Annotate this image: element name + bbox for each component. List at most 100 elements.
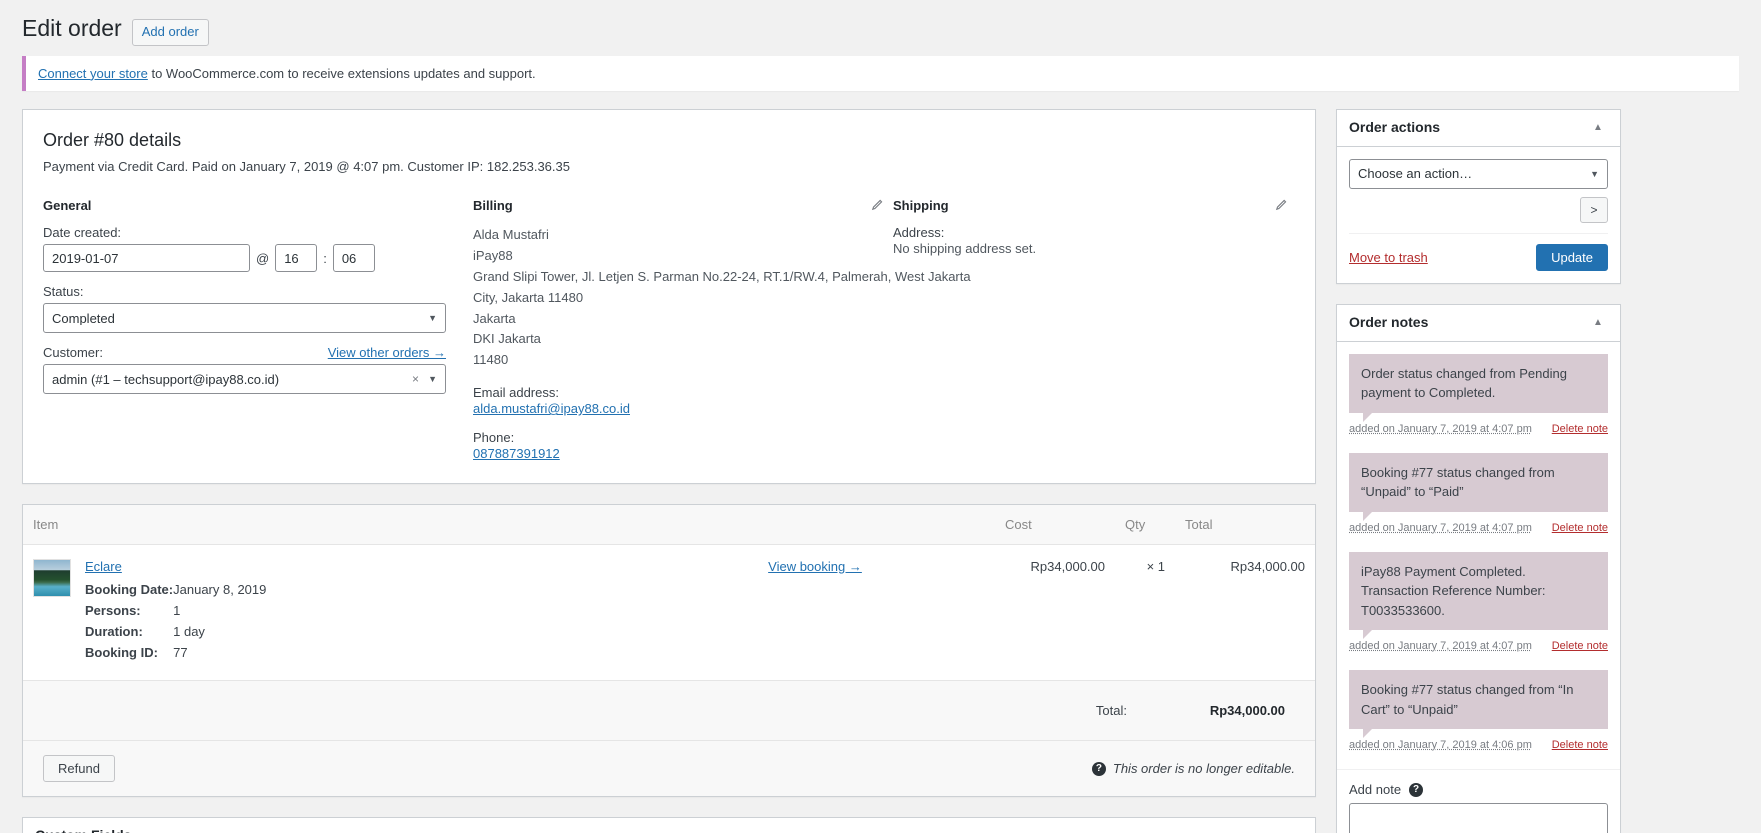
note-added-timestamp: added on January 7, 2019 at 4:06 pm (1349, 739, 1532, 752)
note-bubble: iPay88 Payment Completed. Transaction Re… (1349, 551, 1608, 639)
item-qty: × 1 (1115, 544, 1175, 682)
delete-note-link[interactable]: Delete note (1552, 739, 1608, 751)
column-header-cost: Cost (995, 505, 1115, 546)
product-thumbnail-icon (33, 559, 71, 598)
note-bubble: Booking #77 status changed from “In Cart… (1349, 670, 1608, 739)
edit-shipping-pencil-icon[interactable] (1273, 198, 1289, 214)
note-added-timestamp: added on January 7, 2019 at 4:07 pm (1349, 640, 1532, 653)
date-created-label: Date created: (43, 225, 122, 241)
add-order-button[interactable]: Add order (131, 19, 209, 46)
item-meta-key: Persons: (85, 603, 141, 619)
sidebar-column: Order actions ▲ Choose an action… ▼ > Mo… (1336, 108, 1621, 833)
item-meta-row: Duration: 1 day (85, 624, 266, 645)
billing-address-line: 11480 (473, 352, 509, 368)
customer-select[interactable]: admin (#1 – techsupport@ipay88.co.id) × … (43, 364, 446, 395)
note-bubble: Booking #77 status changed from “Unpaid”… (1349, 452, 1608, 521)
date-created-input[interactable] (43, 244, 250, 273)
item-meta-row: Booking ID: 77 (85, 645, 266, 666)
note-meta: added on January 7, 2019 at 4:07 pm Dele… (1349, 640, 1608, 652)
at-symbol: @ (256, 250, 270, 266)
connect-your-store-link[interactable]: Connect your store (38, 66, 148, 81)
order-actions-panel: Order actions ▲ Choose an action… ▼ > Mo… (1336, 108, 1621, 284)
items-table-head: Item Cost Qty Total (23, 505, 1315, 546)
order-data-panel: Order #80 details Payment via Credit Car… (22, 108, 1316, 485)
order-action-select[interactable]: Choose an action… (1349, 158, 1608, 189)
view-booking-link[interactable]: View booking → (768, 559, 862, 574)
billing-address: Alda Mustafri iPay88 Grand Slipi Tower, … (473, 225, 971, 371)
list-item: Booking #77 status changed from “Unpaid”… (1349, 452, 1608, 534)
status-label: Status: (43, 284, 84, 300)
edit-billing-pencil-icon[interactable] (869, 198, 885, 214)
refund-button[interactable]: Refund (43, 755, 115, 783)
order-notes-list: Order status changed from Pending paymen… (1337, 342, 1620, 751)
column-header-blank (635, 505, 995, 546)
billing-heading: Billing (473, 198, 513, 214)
shipping-address-label: Address: (893, 225, 945, 241)
order-total-label: Total: (1095, 703, 1127, 719)
custom-fields-heading: Custom Fields (35, 826, 131, 833)
delete-note-link[interactable]: Delete note (1552, 640, 1608, 652)
order-data-columns: General Date created: @ : (43, 198, 1295, 475)
order-items-panel: Item Cost Qty Total Eclare Booking Date:… (22, 504, 1316, 798)
content-columns: Order #80 details Payment via Credit Car… (22, 108, 1739, 833)
chevron-up-icon[interactable]: ▲ (1588, 118, 1608, 138)
item-cell: Eclare Booking Date: January 8, 2019 Per… (23, 544, 635, 682)
billing-address-line: Alda Mustafri (473, 227, 549, 243)
item-meta-value: 1 day (173, 624, 205, 640)
column-header-item: Item (23, 505, 635, 546)
clear-icon[interactable]: × (412, 372, 419, 386)
order-status-select[interactable]: Completed (43, 303, 446, 334)
chevron-up-icon[interactable]: ▲ (1588, 313, 1608, 333)
connect-store-notice: Connect your store to WooCommerce.com to… (22, 55, 1739, 91)
move-to-trash-link[interactable]: Move to trash (1349, 250, 1428, 265)
save-actions-row: Move to trash Update (1349, 234, 1608, 271)
view-other-orders-link[interactable]: View other orders → (328, 345, 446, 360)
billing-address-line: Jakarta (473, 310, 516, 326)
main-column: Order #80 details Payment via Credit Car… (22, 108, 1316, 833)
delete-note-link[interactable]: Delete note (1552, 423, 1608, 435)
billing-address-line: DKI Jakarta (473, 331, 541, 347)
help-icon[interactable]: ? (1409, 782, 1424, 797)
note-meta: added on January 7, 2019 at 4:07 pm Dele… (1349, 522, 1608, 534)
custom-fields-panel: Custom Fields ▲ (22, 817, 1316, 833)
chevron-up-icon[interactable]: ▲ (1283, 826, 1303, 833)
item-meta-row: Booking Date: January 8, 2019 (85, 582, 266, 603)
order-actions-heading: Order actions (1349, 119, 1441, 135)
hour-input[interactable] (275, 244, 318, 273)
billing-address-line: Grand Slipi Tower, Jl. Letjen S. Parman … (473, 269, 971, 285)
column-header-total: Total (1175, 505, 1315, 546)
items-footer: Refund ? This order is no longer editabl… (23, 741, 1315, 797)
admin-page-wrapper: Edit order Add order Connect your store … (0, 0, 1761, 833)
delete-note-link[interactable]: Delete note (1552, 522, 1608, 534)
page-title: Edit order (22, 15, 122, 41)
order-notes-panel: Order notes ▲ Order status changed from … (1336, 303, 1621, 833)
add-note-textarea[interactable] (1349, 803, 1608, 833)
billing-address-line: iPay88 (473, 248, 513, 264)
help-icon: ? (1091, 761, 1106, 776)
apply-action-button[interactable]: > (1580, 196, 1608, 223)
add-note-label-row: Add note ? (1349, 782, 1608, 797)
not-editable-notice: ? This order is no longer editable. (1091, 761, 1295, 776)
minute-input[interactable] (332, 244, 375, 273)
billing-phone-link[interactable]: 087887391912 (473, 446, 560, 461)
item-meta-key: Booking Date: (85, 582, 174, 598)
add-note-label: Add note (1349, 782, 1402, 798)
apply-action-row: > (1349, 196, 1608, 234)
items-table-body: Eclare Booking Date: January 8, 2019 Per… (23, 544, 1315, 682)
item-meta-value: January 8, 2019 (173, 582, 267, 598)
column-header-qty: Qty (1115, 505, 1175, 546)
phone-label: Phone: (473, 430, 515, 446)
customer-field: Customer: View other orders → admin (#1 … (43, 345, 453, 395)
note-meta: added on January 7, 2019 at 4:07 pm Dele… (1349, 423, 1608, 435)
update-button[interactable]: Update (1536, 243, 1608, 271)
list-item: iPay88 Payment Completed. Transaction Re… (1349, 551, 1608, 652)
note-meta: added on January 7, 2019 at 4:06 pm Dele… (1349, 739, 1608, 751)
order-action-select-wrap: Choose an action… ▼ (1349, 158, 1608, 189)
product-name-link[interactable]: Eclare (85, 559, 122, 574)
shipping-column: Shipping Address: No shipping address se… (893, 198, 1297, 475)
billing-email-link[interactable]: alda.mustafri@ipay88.co.id (473, 401, 630, 416)
general-column: General Date created: @ : (43, 198, 473, 475)
items-header-row: Item Cost Qty Total (23, 505, 1315, 546)
item-total: Rp34,000.00 (1175, 544, 1315, 682)
email-label: Email address: (473, 385, 559, 401)
